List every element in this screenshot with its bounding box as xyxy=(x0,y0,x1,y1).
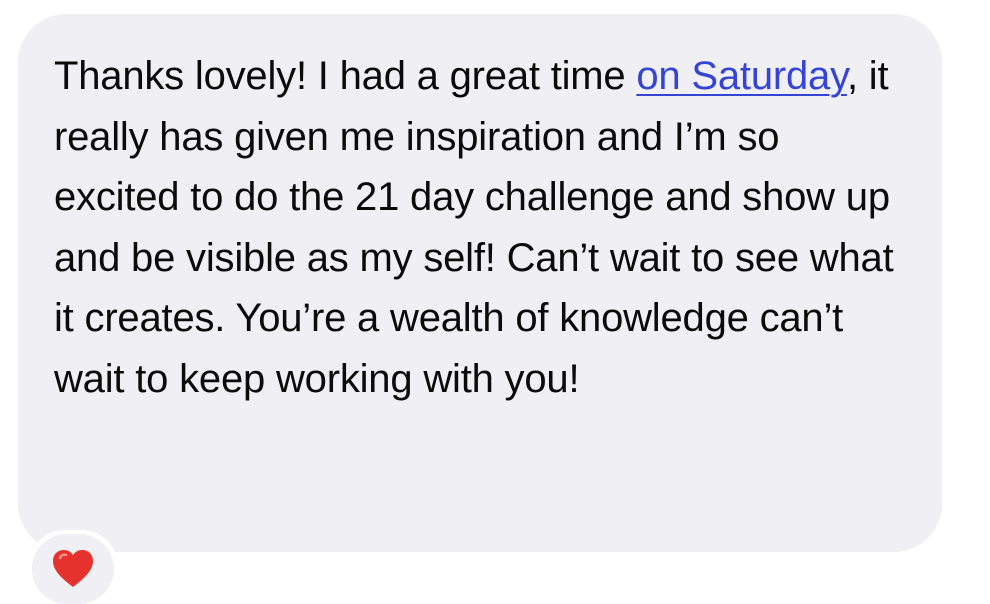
message-bubble[interactable]: Thanks lovely! I had a great time on Sat… xyxy=(18,14,942,552)
reaction-badge[interactable] xyxy=(28,530,118,604)
date-link[interactable]: on Saturday xyxy=(636,54,847,98)
message-text-start: Thanks lovely! I had a great time xyxy=(54,54,637,98)
message-text: Thanks lovely! I had a great time on Sat… xyxy=(54,46,912,409)
heart-icon xyxy=(51,549,95,589)
message-text-end: , it really has given me inspiration and… xyxy=(54,54,894,401)
reaction-pill[interactable] xyxy=(32,534,114,604)
